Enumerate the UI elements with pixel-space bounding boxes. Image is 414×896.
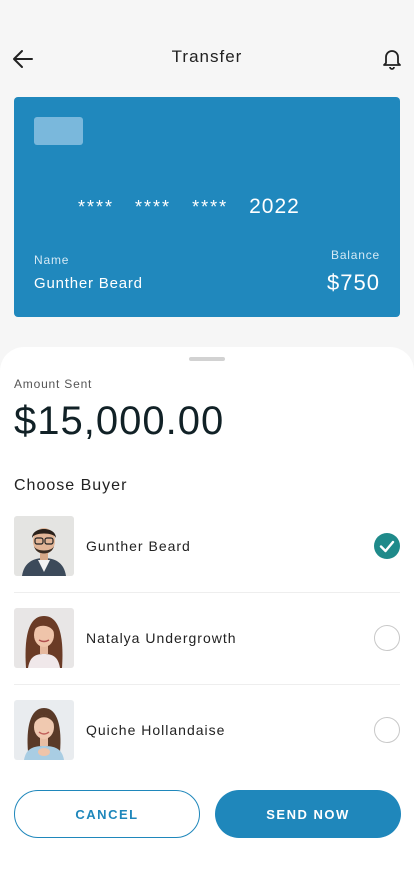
card-number-group: **** [135, 197, 172, 217]
radio-unselected-icon[interactable] [374, 625, 400, 651]
payment-card[interactable]: **** **** **** 2022 Name Gunther Beard B… [14, 97, 400, 317]
divider [14, 592, 400, 593]
radio-unselected-icon[interactable] [374, 717, 400, 743]
cancel-button[interactable]: CANCEL [14, 790, 200, 838]
card-name-label: Name [34, 253, 70, 267]
buyer-name: Quiche Hollandaise [86, 722, 226, 738]
avatar [14, 516, 74, 576]
transfer-sheet: Amount Sent $15,000.00 Choose Buyer Gunt… [0, 347, 414, 896]
card-balance-label: Balance [331, 248, 380, 262]
drag-handle[interactable] [189, 357, 225, 361]
amount-value[interactable]: $15,000.00 [14, 399, 224, 444]
card-number: **** **** **** 2022 [78, 195, 300, 219]
buyer-item[interactable]: Gunther Beard [14, 516, 400, 576]
avatar [14, 700, 74, 760]
buyer-section-title: Choose Buyer [14, 477, 128, 494]
bell-icon[interactable] [380, 46, 404, 70]
page-title: Transfer [171, 47, 243, 66]
divider [14, 684, 400, 685]
buyer-name: Natalya Undergrowth [86, 630, 237, 646]
card-chip-icon [34, 117, 83, 145]
card-holder-name: Gunther Beard [34, 275, 143, 292]
card-number-last: 2022 [249, 195, 300, 218]
card-number-group: **** [78, 197, 115, 217]
send-now-button[interactable]: SEND NOW [215, 790, 401, 838]
amount-label: Amount Sent [14, 377, 93, 391]
checkmark-icon[interactable] [374, 533, 400, 559]
card-balance: $750 [327, 270, 380, 295]
buyer-item[interactable]: Natalya Undergrowth [14, 608, 400, 668]
buyer-name: Gunther Beard [86, 538, 191, 554]
avatar [14, 608, 74, 668]
buyer-item[interactable]: Quiche Hollandaise [14, 700, 400, 760]
card-number-group: **** [192, 197, 229, 217]
